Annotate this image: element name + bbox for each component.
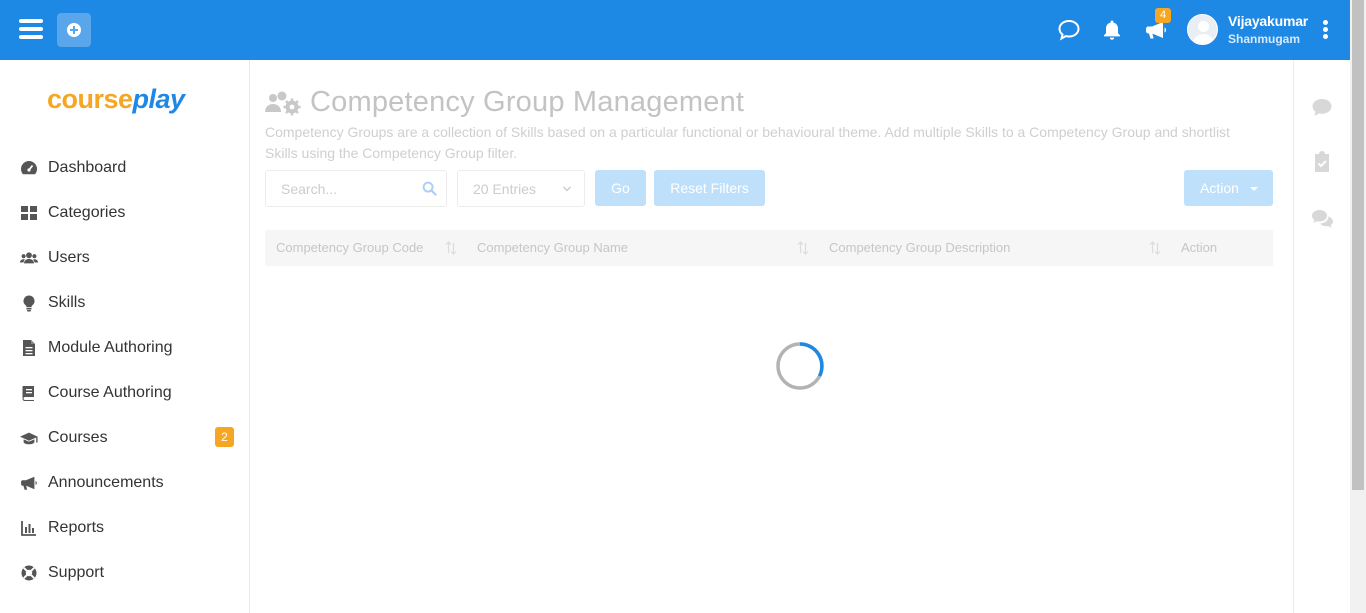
sidebar-item-module-authoring[interactable]: Module Authoring — [0, 325, 249, 370]
courses-count-badge: 2 — [215, 427, 234, 447]
quick-add-button[interactable] — [57, 13, 91, 47]
sort-icon[interactable] — [445, 241, 457, 255]
file-icon — [23, 340, 35, 356]
book-icon — [22, 386, 34, 401]
chat-bubble-icon[interactable] — [1057, 18, 1081, 42]
sidebar-item-label: Users — [48, 249, 90, 266]
sidebar-item-label: Module Authoring — [48, 339, 173, 356]
sidebar-item-label: Skills — [48, 294, 86, 311]
column-header-action: Action — [1181, 240, 1218, 255]
loading-spinner-icon — [776, 342, 824, 390]
chevron-down-icon — [563, 186, 571, 192]
search-input[interactable] — [266, 171, 416, 206]
life-ring-icon — [21, 565, 37, 581]
sidebar-item-label: Courses — [48, 429, 108, 446]
sidebar-item-announcements[interactable]: Announcements — [0, 460, 249, 505]
tachometer-icon — [21, 161, 37, 175]
lightbulb-icon — [23, 295, 35, 312]
sidebar-item-label: Course Authoring — [48, 384, 172, 401]
users-cog-icon — [265, 91, 301, 116]
comments-icon[interactable] — [1311, 208, 1333, 230]
sidebar-item-skills[interactable]: Skills — [0, 280, 249, 325]
sidebar-item-label: Support — [48, 564, 105, 581]
bell-icon[interactable] — [1100, 18, 1124, 42]
entries-value: 20 Entries — [473, 181, 537, 197]
entries-select[interactable]: 20 Entries — [457, 170, 585, 207]
sidebar-item-course-authoring[interactable]: Course Authoring — [0, 370, 249, 415]
plus-circle-icon — [67, 23, 81, 37]
sort-icon[interactable] — [1149, 241, 1161, 255]
sidebar-item-support[interactable]: Support — [0, 550, 249, 595]
more-options-icon[interactable] — [1321, 20, 1329, 40]
sidebar-item-label: Dashboard — [48, 159, 127, 176]
sidebar-item-reports[interactable]: Reports — [0, 505, 249, 550]
scrollbar-thumb[interactable] — [1352, 0, 1364, 490]
page-description: Competency Groups are a collection of Sk… — [265, 124, 1230, 161]
column-header-description[interactable]: Competency Group Description — [829, 230, 1010, 266]
avatar[interactable] — [1187, 14, 1218, 45]
announcements-badge: 4 — [1155, 8, 1171, 23]
page-title: Competency Group Management — [310, 86, 745, 118]
comment-icon[interactable] — [1311, 96, 1333, 118]
main-content: Competency Group Management Competency G… — [250, 60, 1293, 613]
user-name[interactable]: Vijayakumar — [1228, 13, 1308, 29]
user-subtitle: Shanmugam — [1228, 32, 1301, 46]
bar-chart-icon — [21, 521, 36, 536]
right-toolbar — [1293, 60, 1350, 613]
sidebar-item-label: Announcements — [48, 474, 164, 491]
bullhorn-icon — [21, 476, 37, 490]
caret-down-icon — [1250, 187, 1258, 191]
go-button[interactable]: Go — [595, 170, 646, 206]
sort-icon[interactable] — [797, 241, 809, 255]
courseplay-logo[interactable]: courseplay — [47, 84, 185, 115]
action-dropdown-button[interactable]: Action — [1184, 170, 1273, 206]
sidebar-item-users[interactable]: Users — [0, 235, 249, 280]
sidebar-item-label: Categories — [48, 204, 126, 221]
search-icon[interactable] — [422, 181, 437, 196]
search-field — [265, 170, 447, 207]
grid-icon — [21, 206, 37, 220]
top-navbar: 4 Vijayakumar Shanmugam — [0, 0, 1350, 60]
menu-toggle-button[interactable] — [19, 19, 43, 41]
sidebar-item-categories[interactable]: Categories — [0, 190, 249, 235]
table-header: Competency Group Code Competency Group N… — [265, 230, 1273, 266]
sidebar-item-courses[interactable]: Courses — [0, 415, 249, 460]
graduation-cap-icon — [20, 432, 38, 445]
sidebar-item-dashboard[interactable]: Dashboard — [0, 145, 249, 190]
sidebar-item-label: Reports — [48, 519, 105, 536]
clipboard-check-icon[interactable] — [1311, 151, 1333, 173]
page-scrollbar[interactable] — [1350, 0, 1366, 613]
column-header-code[interactable]: Competency Group Code — [276, 230, 423, 266]
users-icon — [20, 252, 38, 264]
reset-filters-button[interactable]: Reset Filters — [654, 170, 765, 206]
action-button-label: Action — [1200, 180, 1239, 196]
sidebar: courseplay Dashboard Categories Users Sk… — [0, 60, 250, 613]
column-header-name[interactable]: Competency Group Name — [477, 230, 628, 266]
